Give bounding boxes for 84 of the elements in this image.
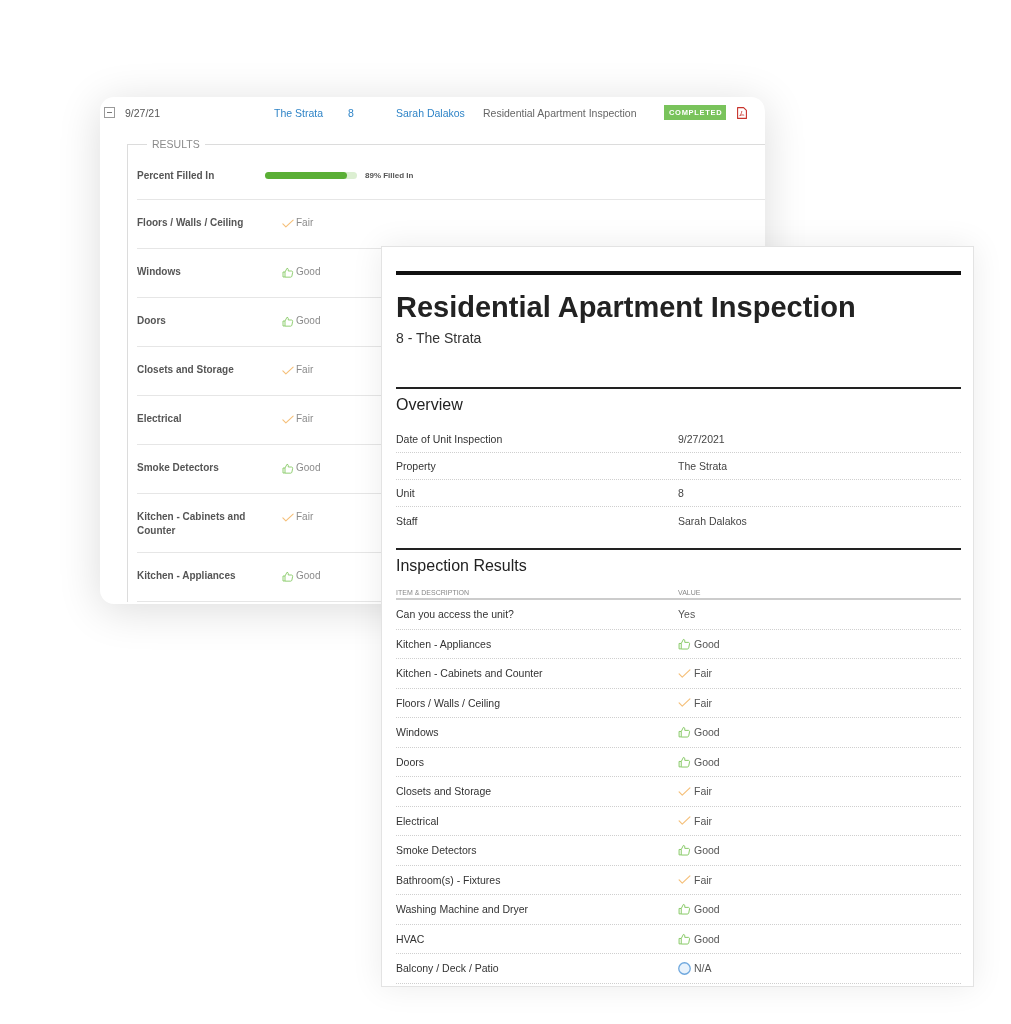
section-heading: Overview [396, 395, 464, 415]
thumbs-up-icon [678, 726, 691, 739]
item-label: Smoke Detectors [137, 461, 220, 475]
field-label: Date of Unit Inspection [396, 433, 504, 445]
field-label: Property [396, 460, 437, 472]
check-icon [678, 816, 691, 826]
value-text: Good [694, 726, 720, 739]
item-label: Kitchen - Cabinets and Counter [137, 510, 247, 538]
value-text: Good [694, 637, 720, 650]
item-label: Closets and Storage [137, 363, 235, 377]
rating-text: Good [296, 314, 321, 328]
thumbs-up-icon [282, 462, 294, 474]
value-text: N/A [694, 962, 712, 975]
item-label: Doors [137, 314, 167, 328]
value-text: Yes [678, 608, 696, 621]
inspection-name: Residential Apartment Inspection [483, 106, 638, 119]
item-label: Electrical [396, 814, 440, 827]
field-value: The Strata [678, 460, 729, 472]
progress-label: Percent Filled In [137, 169, 216, 181]
item-label: HVAC [396, 932, 426, 945]
field-value: 9/27/2021 [678, 433, 726, 445]
collapse-icon[interactable] [104, 107, 115, 118]
rating-text: Fair [296, 412, 314, 426]
value-text: Good [694, 755, 720, 768]
value-text: Fair [694, 814, 713, 827]
thumbs-up-icon [282, 315, 294, 327]
rating-text: Fair [296, 216, 314, 230]
property-link[interactable]: The Strata [274, 106, 324, 119]
rating-text: Fair [296, 363, 314, 377]
value-text: Good [694, 903, 720, 916]
value-text: Fair [694, 696, 713, 709]
item-label: Smoke Detectors [396, 844, 478, 857]
item-label: Floors / Walls / Ceiling [396, 696, 502, 709]
check-icon [678, 786, 691, 796]
item-label: Closets and Storage [396, 785, 493, 798]
thumbs-up-icon [678, 637, 691, 650]
item-label: Floors / Walls / Ceiling [137, 216, 245, 230]
circle-icon [678, 961, 691, 975]
staff-link[interactable]: Sarah Dalakos [396, 106, 465, 119]
group-legend: RESULTS [147, 137, 205, 151]
rating-text: Good [296, 569, 321, 583]
value-text: Fair [694, 785, 713, 798]
section-heading: Inspection Results [396, 556, 528, 576]
field-label: Staff [396, 514, 419, 527]
report-subtitle: 8 - The Strata [396, 329, 483, 347]
item-label: Doors [396, 755, 425, 768]
value-text: Good [694, 844, 720, 857]
thumbs-up-icon [678, 844, 691, 857]
check-icon [282, 218, 294, 228]
thumbs-up-icon [282, 266, 294, 278]
document-icon[interactable] [737, 106, 747, 119]
report-title: Residential Apartment Inspection [396, 290, 857, 324]
item-label: Washing Machine and Dryer [396, 903, 530, 916]
field-label: Unit [396, 487, 416, 499]
thumbs-up-icon [678, 903, 691, 916]
thumbs-up-icon [678, 932, 691, 945]
field-value: Sarah Dalakos [678, 514, 748, 527]
rating-text: Good [296, 461, 321, 475]
value-text: Fair [694, 667, 713, 680]
thumbs-up-icon [282, 570, 294, 582]
field-value: 8 [678, 487, 685, 499]
item-label: Windows [137, 265, 182, 279]
check-icon [678, 875, 691, 885]
check-icon [282, 414, 294, 424]
value-text: Fair [694, 873, 713, 886]
item-label: Balcony / Deck / Patio [396, 962, 500, 975]
check-icon [282, 365, 294, 375]
item-label: Kitchen - Appliances [396, 637, 493, 650]
check-icon [282, 512, 294, 522]
item-label: Windows [396, 726, 440, 739]
thumbs-up-icon [678, 755, 691, 768]
item-label: Bathroom(s) - Fixtures [396, 873, 502, 886]
rating-text: Fair [296, 510, 314, 524]
rating-text: Good [296, 265, 321, 279]
item-label: Kitchen - Appliances [137, 569, 237, 583]
unit-link[interactable]: 8 [348, 106, 354, 119]
item-label: Can you access the unit? [396, 608, 515, 621]
date-text: 9/27/21 [125, 106, 162, 119]
progress-reading: 89% Filled In [365, 170, 414, 180]
item-label: Electrical [137, 412, 183, 426]
item-label: Kitchen - Cabinets and Counter [396, 667, 544, 680]
value-text: Good [694, 932, 720, 945]
check-icon [678, 668, 691, 678]
check-icon [678, 698, 691, 708]
